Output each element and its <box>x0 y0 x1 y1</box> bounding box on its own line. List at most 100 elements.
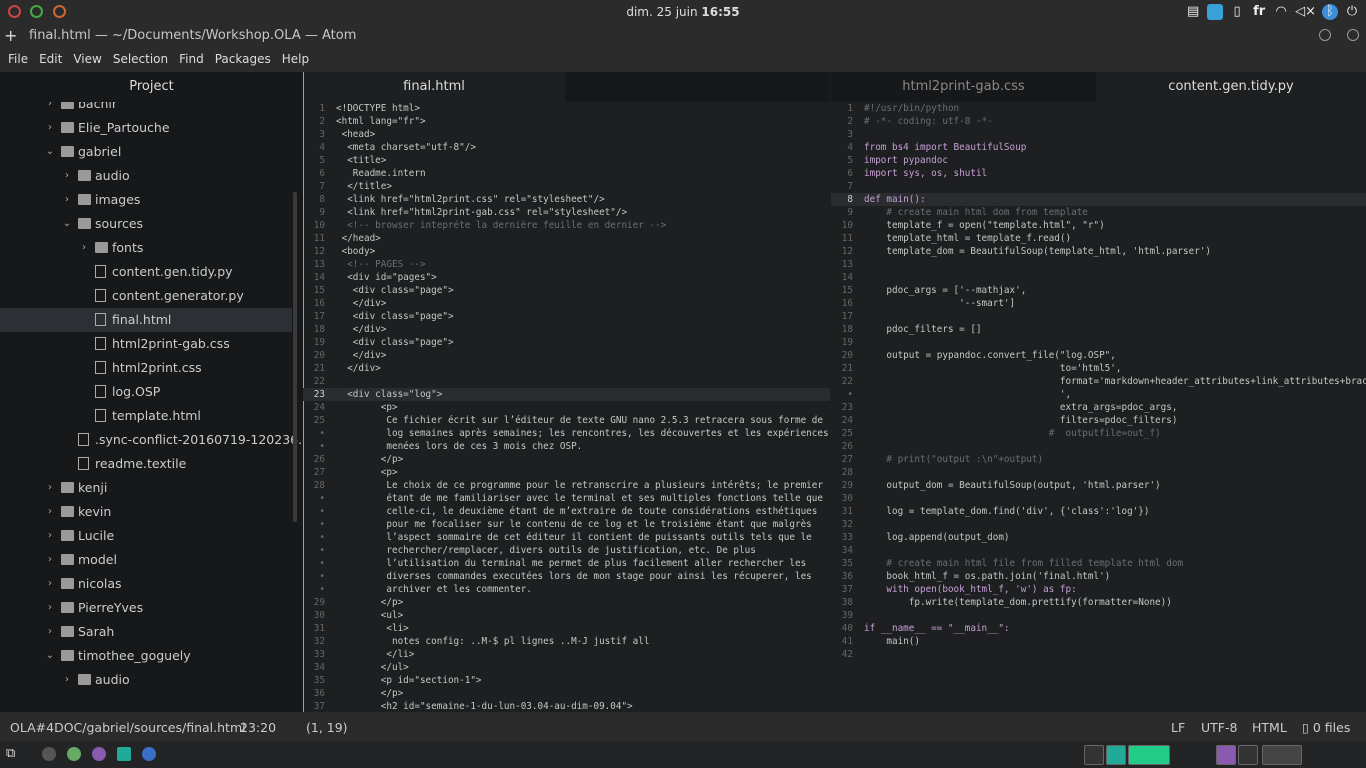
task-atom[interactable] <box>1216 745 1236 765</box>
tree-item[interactable]: › images <box>0 188 292 212</box>
tab-final-html[interactable]: final.html <box>303 72 565 102</box>
code-line[interactable]: • archiver et les commenter. <box>303 583 830 596</box>
code-line[interactable]: 31 <li> <box>303 622 830 635</box>
chevron-right-icon[interactable]: › <box>61 164 73 188</box>
code-line[interactable]: • celle-ci, le deuxième étant de m’extra… <box>303 505 830 518</box>
code-line[interactable]: 9 # create main html dom from template <box>831 206 1366 219</box>
code-line[interactable]: • pour me focaliser sur le contenu de ce… <box>303 518 830 531</box>
code-line[interactable]: 4 from bs4 import BeautifulSoup <box>831 141 1366 154</box>
menu-edit[interactable]: Edit <box>35 48 66 72</box>
chevron-right-icon[interactable]: › <box>61 668 73 692</box>
code-line[interactable]: 35 # create main html file from filled t… <box>831 557 1366 570</box>
code-line[interactable]: • log semaines après semaines; les renco… <box>303 427 830 440</box>
tree-item[interactable]: › PierreYves <box>0 596 292 620</box>
menu-find[interactable]: Find <box>175 48 208 72</box>
task-window[interactable] <box>1238 745 1258 765</box>
code-line[interactable]: 19 <box>831 336 1366 349</box>
code-line[interactable]: • étant de me familiariser avec le termi… <box>303 492 830 505</box>
chevron-right-icon[interactable]: › <box>61 188 73 212</box>
book-icon[interactable]: ▤ <box>1185 4 1201 20</box>
code-line[interactable]: 6 import sys, os, shutil <box>831 167 1366 180</box>
code-line[interactable]: 10 template_f = open("template.html", "r… <box>831 219 1366 232</box>
code-line[interactable]: 36 book_html_f = os.path.join('final.htm… <box>831 570 1366 583</box>
code-line[interactable]: 18 pdoc_filters = [] <box>831 323 1366 336</box>
keyboard-layout[interactable]: fr <box>1251 4 1267 20</box>
code-line[interactable]: 35 <p id="section-1"> <box>303 674 830 687</box>
chevron-right-icon[interactable]: › <box>44 500 56 524</box>
files-icon[interactable] <box>117 747 131 761</box>
left-code-area[interactable]: 1 <!DOCTYPE html> 2 <html lang="fr"> 3 <head… <box>303 102 830 712</box>
status-selection-count[interactable]: (1, 19) <box>306 720 348 735</box>
code-line[interactable]: 3 <head> <box>303 128 830 141</box>
code-line[interactable]: 37 <h2 id="semaine-1-du-lun-03.04-au-dim… <box>303 700 830 712</box>
code-line[interactable]: 1 <!DOCTYPE html> <box>303 102 830 115</box>
code-line[interactable]: 8 <link href="html2print.css" rel="style… <box>303 193 830 206</box>
tree-item[interactable]: .sync-conflict-20160719-120236.DS_ <box>0 428 303 452</box>
code-line[interactable]: 22 <box>303 375 830 388</box>
chevron-right-icon[interactable]: › <box>44 620 56 644</box>
code-line[interactable]: 7 </title> <box>303 180 830 193</box>
tree-item[interactable]: template.html <box>0 404 292 428</box>
code-line[interactable]: 26 </p> <box>303 453 830 466</box>
code-line[interactable]: 28 Le choix de ce programme pour le retr… <box>303 479 830 492</box>
code-line[interactable]: 33 </li> <box>303 648 830 661</box>
code-line[interactable]: 16 </div> <box>303 297 830 310</box>
chevron-right-icon[interactable]: › <box>44 524 56 548</box>
menu-help[interactable]: Help <box>278 48 313 72</box>
menu-packages[interactable]: Packages <box>211 48 275 72</box>
tree-item[interactable]: › audio <box>0 668 292 692</box>
tree-item[interactable]: readme.textile <box>0 452 292 476</box>
code-line[interactable]: 9 <link href="html2print-gab.css" rel="s… <box>303 206 830 219</box>
atom-icon[interactable] <box>92 747 106 761</box>
close-button[interactable] <box>1347 29 1359 41</box>
code-line[interactable]: 23 extra_args=pdoc_args, <box>831 401 1366 414</box>
code-line[interactable]: 41 main() <box>831 635 1366 648</box>
tree-item[interactable]: › kenji <box>0 476 292 500</box>
tree-item[interactable]: › kevin <box>0 500 292 524</box>
code-line[interactable]: 5 import pypandoc <box>831 154 1366 167</box>
code-line[interactable]: 32 notes config: ..M-$ pl lignes ..M-J j… <box>303 635 830 648</box>
app-icon[interactable] <box>1207 4 1224 20</box>
tree-scrollbar[interactable] <box>293 192 297 522</box>
terminal-icon[interactable] <box>42 747 56 761</box>
code-line[interactable]: 21 </div> <box>303 362 830 375</box>
code-line[interactable]: 10 <!-- browser intepréte la dernière fe… <box>303 219 830 232</box>
tree-item[interactable]: ⌄ gabriel <box>0 140 292 164</box>
code-line[interactable]: 32 <box>831 518 1366 531</box>
task-chrome[interactable] <box>1262 745 1302 765</box>
chevron-down-icon[interactable]: ⌄ <box>44 140 56 164</box>
code-line[interactable]: 14 <div id="pages"> <box>303 271 830 284</box>
project-header[interactable]: Project <box>0 72 303 102</box>
code-line[interactable]: 7 <box>831 180 1366 193</box>
status-grammar[interactable]: HTML <box>1252 720 1287 735</box>
tree-item[interactable]: › nicolas <box>0 572 292 596</box>
code-line[interactable]: 34 <box>831 544 1366 557</box>
code-line[interactable]: 15 <div class="page"> <box>303 284 830 297</box>
code-line[interactable]: 22 format='markdown+header_attributes+li… <box>831 375 1366 388</box>
code-line[interactable]: 27 <p> <box>303 466 830 479</box>
chrome-icon[interactable] <box>142 747 156 761</box>
code-line[interactable]: 19 <div class="page"> <box>303 336 830 349</box>
code-line[interactable]: • l’utilisation du terminal me permet de… <box>303 557 830 570</box>
status-file-path[interactable]: OLA#4DOC/gabriel/sources/final.html <box>10 720 246 735</box>
code-line[interactable]: • l’aspect sommaire de cet éditeur il co… <box>303 531 830 544</box>
code-line[interactable]: 6 Readme.intern <box>303 167 830 180</box>
code-line[interactable]: 14 <box>831 271 1366 284</box>
code-line[interactable]: 30 <box>831 492 1366 505</box>
task-browser[interactable] <box>1128 745 1170 765</box>
code-line[interactable]: 20 </div> <box>303 349 830 362</box>
tree-item[interactable]: final.html <box>0 308 292 332</box>
code-line[interactable]: • ', <box>831 388 1366 401</box>
code-line[interactable]: 38 fp.write(template_dom.prettify(format… <box>831 596 1366 609</box>
status-git-files[interactable]: ▯ 0 files <box>1302 720 1350 735</box>
code-line[interactable]: 11 template_html = template_f.read() <box>831 232 1366 245</box>
code-line[interactable]: 16 '--smart'] <box>831 297 1366 310</box>
code-line[interactable]: 2 # -*- coding: utf-8 -*- <box>831 115 1366 128</box>
right-code-area[interactable]: 1 #!/usr/bin/python 2 # -*- coding: utf-8 -… <box>831 102 1366 661</box>
tree-item[interactable]: content.generator.py <box>0 284 292 308</box>
code-line[interactable]: 24 filters=pdoc_filters) <box>831 414 1366 427</box>
code-line[interactable]: 8 def main(): <box>831 193 1366 206</box>
volume-mute-icon[interactable]: ◁× <box>1295 4 1316 20</box>
tree-item[interactable]: log.OSP <box>0 380 292 404</box>
minimize-button[interactable] <box>1319 29 1331 41</box>
